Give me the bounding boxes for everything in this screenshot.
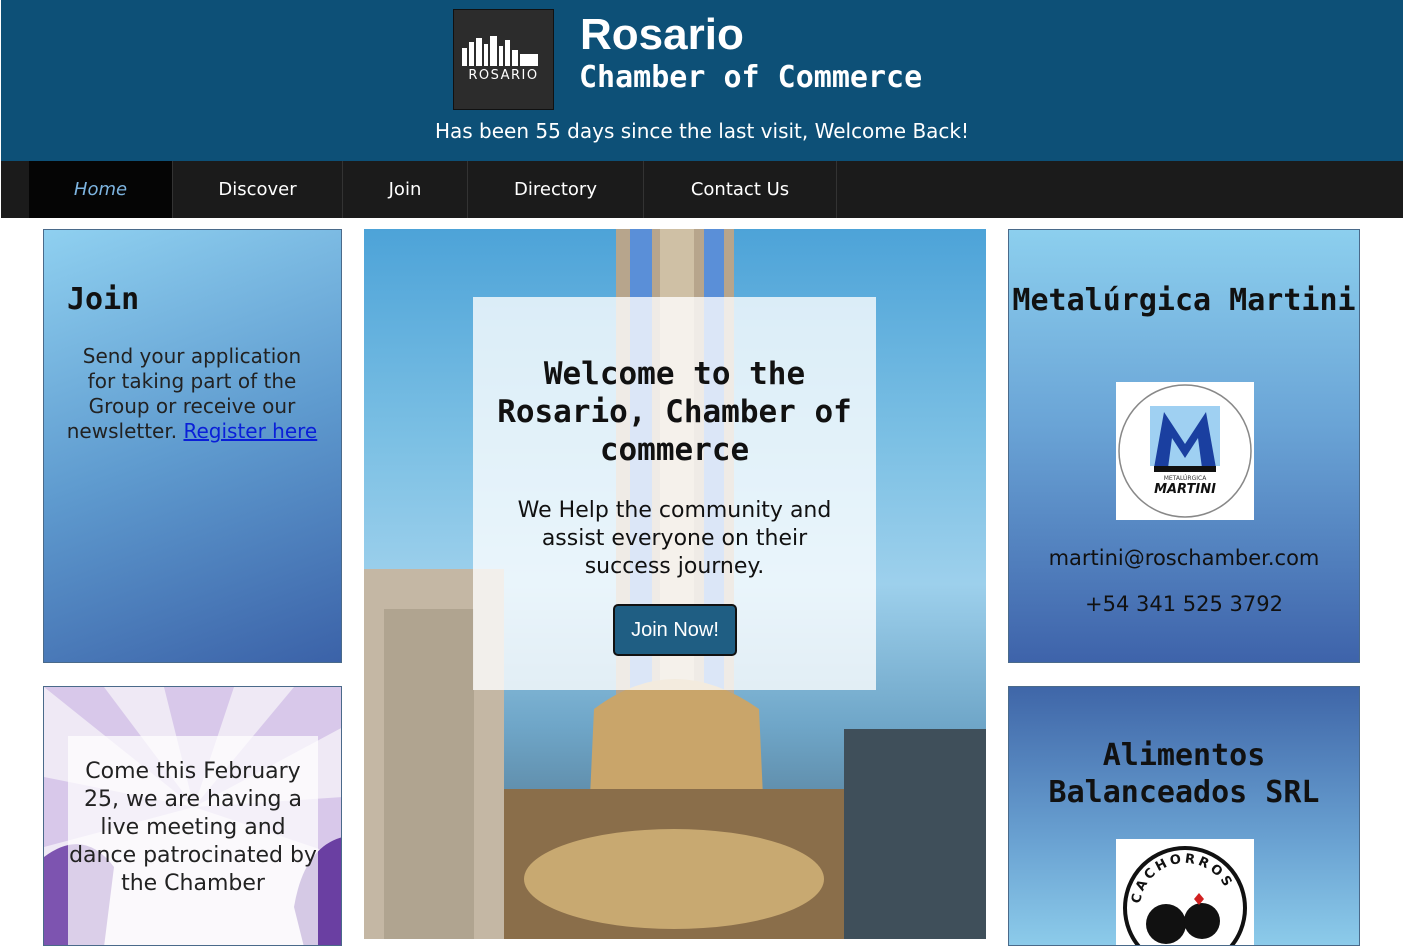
register-link[interactable]: Register here (183, 419, 317, 443)
join-now-button[interactable]: Join Now! (613, 604, 737, 656)
nav-discover[interactable]: Discover (173, 161, 343, 218)
cachorros-logo-icon: CACHORROS (1123, 846, 1247, 945)
site-subtitle: Chamber of Commerce (579, 60, 923, 95)
nav-home[interactable]: Home (29, 161, 173, 218)
martini-logo-icon: METALÚRGICA MARTINI (1118, 384, 1252, 518)
business-email[interactable]: martini@roschamber.com (1009, 546, 1359, 570)
event-card: Come this February 25, we are having a l… (43, 686, 342, 946)
business-card-martini: Metalúrgica Martini METALÚRGICA MARTINI … (1008, 229, 1360, 663)
business-name: Metalúrgica Martini (1012, 283, 1356, 318)
cachorros-logo: CACHORROS (1116, 839, 1254, 945)
site-header: ROSARIO Rosario Chamber of Commerce Has … (1, 0, 1403, 161)
event-text-box: Come this February 25, we are having a l… (68, 736, 318, 945)
hero-title: Welcome to the Rosario, Chamber of comme… (497, 356, 852, 468)
logo-label-bottom: MARTINI (1154, 482, 1216, 497)
visit-message: Has been 55 days since the last visit, W… (434, 119, 970, 143)
rosario-logo[interactable]: ROSARIO (453, 9, 554, 110)
skyline-icon (462, 36, 538, 66)
nav-directory[interactable]: Directory (468, 161, 644, 218)
hero-welcome-box: Welcome to the Rosario, Chamber of comme… (473, 297, 876, 690)
logo-label-top: METALÚRGICA (1164, 475, 1207, 482)
hero-section: Welcome to the Rosario, Chamber of comme… (364, 229, 986, 939)
join-card-text: Send your application for taking part of… (66, 344, 318, 444)
business-card-alimentos: Alimentos Balanceados SRL CACHORROS (1008, 686, 1360, 946)
join-card: Join Send your application for taking pa… (43, 229, 342, 663)
main-nav: Home Discover Join Directory Contact Us (1, 161, 1403, 218)
site-title: Rosario (580, 10, 744, 59)
nav-contact[interactable]: Contact Us (644, 161, 837, 218)
business-name: Alimentos Balanceados SRL (1048, 738, 1320, 810)
event-text: Come this February 25, we are having a l… (69, 759, 317, 896)
nav-join[interactable]: Join (343, 161, 468, 218)
martini-logo: METALÚRGICA MARTINI (1116, 382, 1254, 520)
logo-text: ROSARIO (468, 68, 539, 83)
hero-text: We Help the community and assist everyon… (517, 498, 832, 579)
business-phone: +54 341 525 3792 (1085, 592, 1283, 616)
join-card-title: Join (67, 282, 140, 317)
